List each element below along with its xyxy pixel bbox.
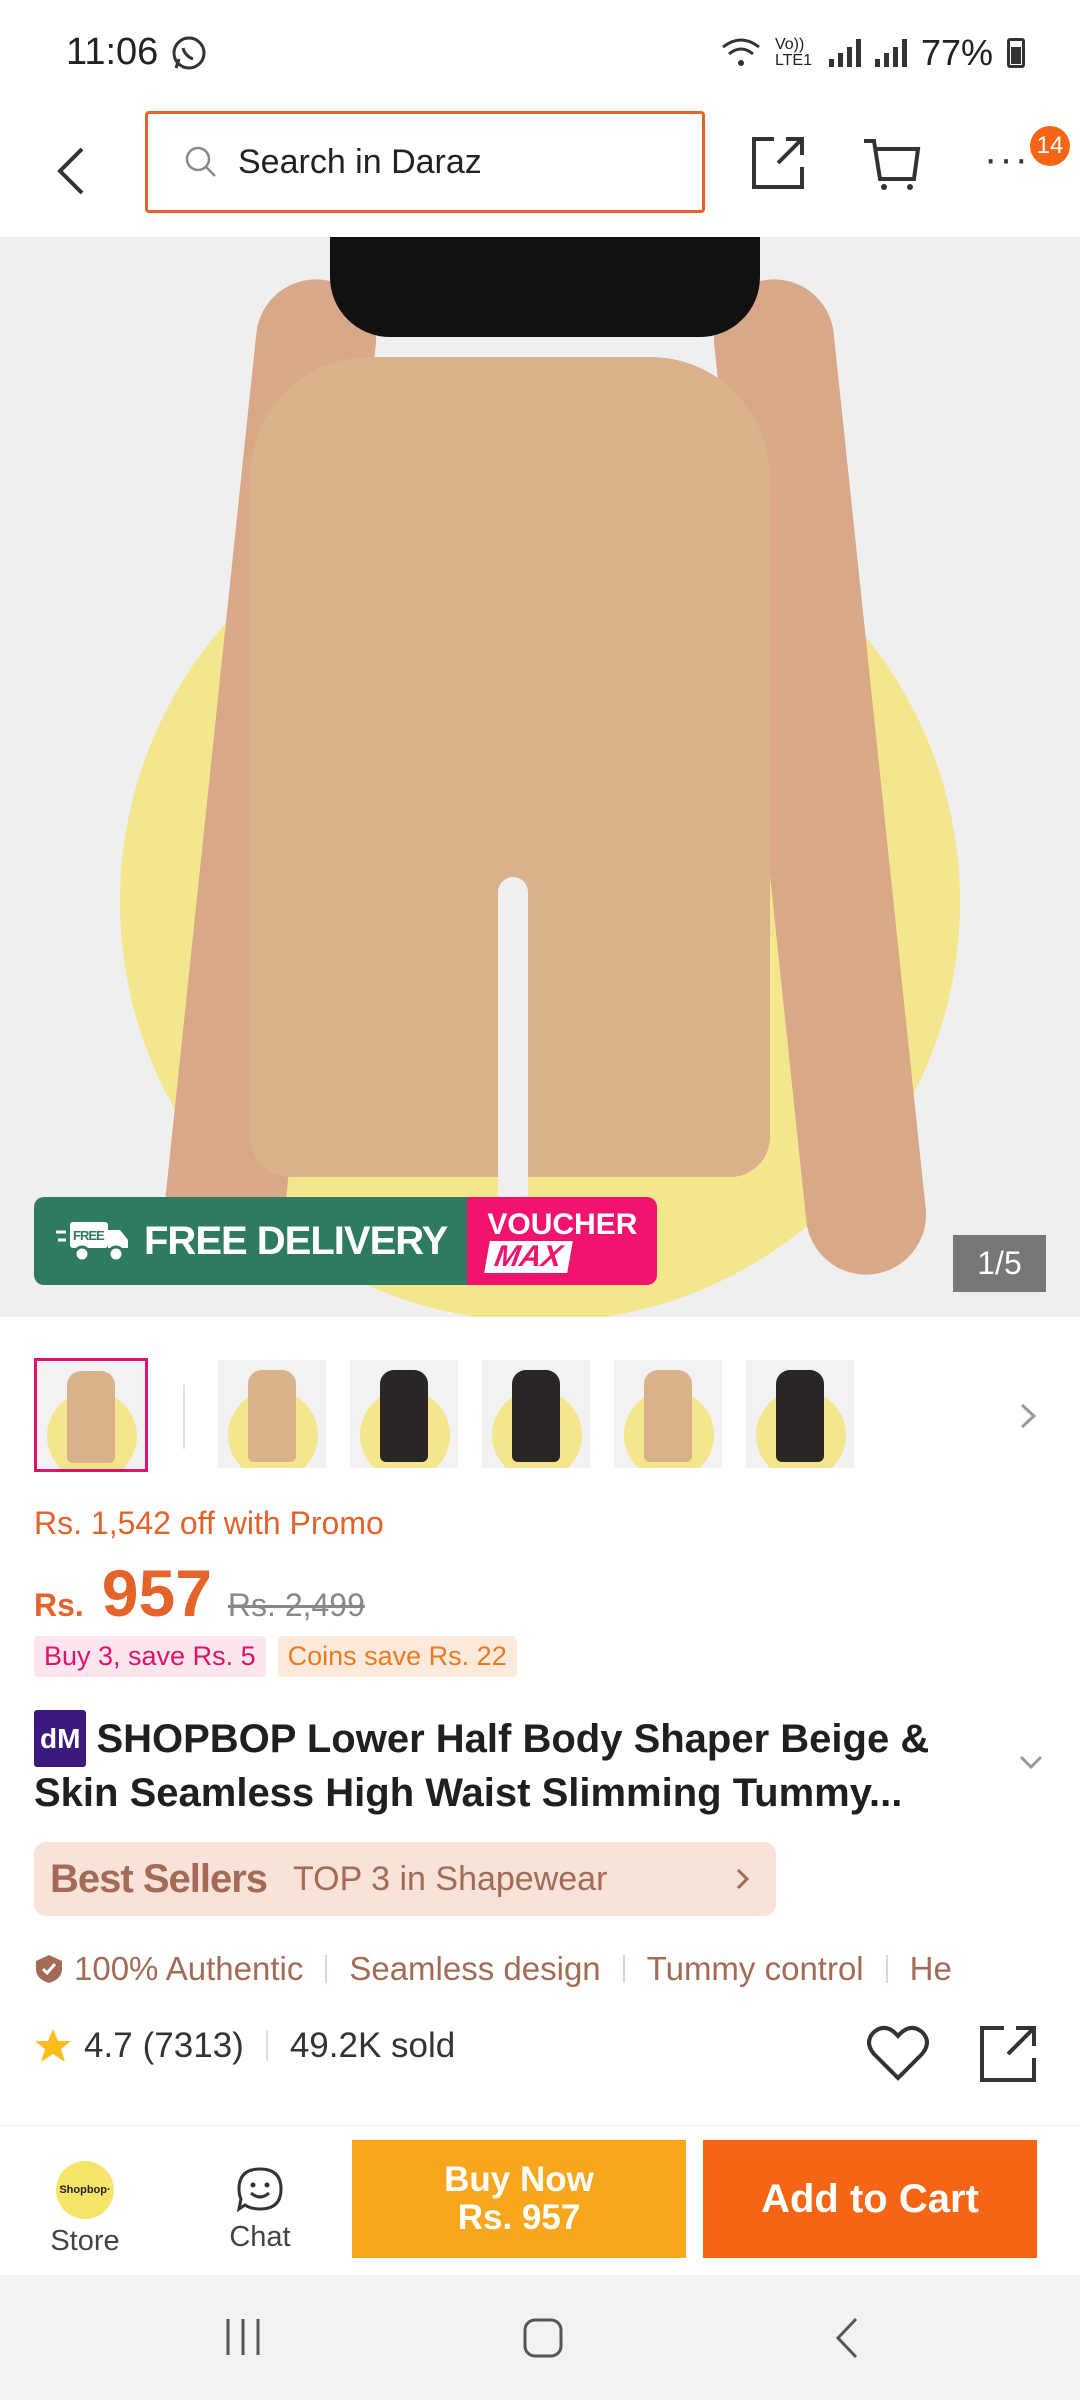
best-sellers-rank: TOP 3 in Shapewear bbox=[293, 1859, 608, 1898]
thumbnail-garment bbox=[380, 1370, 428, 1462]
share-icon[interactable] bbox=[748, 133, 808, 193]
buy-now-button[interactable]: Buy Now Rs. 957 bbox=[352, 2140, 686, 2258]
thumbnail-garment bbox=[67, 1371, 115, 1463]
thumbnail[interactable] bbox=[350, 1360, 458, 1468]
highlight-item: 100% Authentic bbox=[34, 1950, 303, 1988]
more-menu-icon[interactable]: ··· bbox=[984, 139, 1030, 179]
heart-icon[interactable] bbox=[866, 2024, 930, 2082]
back-arrow-icon[interactable] bbox=[48, 143, 98, 199]
battery-percent: 77% bbox=[920, 31, 993, 73]
share-icon[interactable] bbox=[976, 2022, 1040, 2086]
voucher-text: VOUCHER bbox=[487, 1208, 638, 1241]
product-title-text: SHOPBOP Lower Half Body Shaper Beige & S… bbox=[34, 1717, 930, 1815]
image-counter: 1/5 bbox=[953, 1235, 1046, 1292]
add-to-cart-button[interactable]: Add to Cart bbox=[703, 2140, 1037, 2258]
promo-strip: FREE FREE DELIVERY VOUCHER MAX bbox=[34, 1197, 658, 1285]
voucher-max-badge: VOUCHER MAX bbox=[467, 1197, 658, 1285]
cart-icon[interactable] bbox=[862, 135, 922, 195]
search-input[interactable]: Search in Daraz bbox=[145, 111, 705, 213]
best-sellers-banner[interactable]: Best Sellers TOP 3 in Shapewear bbox=[34, 1842, 776, 1916]
chevron-right-icon[interactable] bbox=[1016, 1399, 1040, 1433]
highlight-tummy: Tummy control bbox=[646, 1950, 864, 1987]
best-sellers-label: Best Sellers bbox=[50, 1856, 268, 1901]
coins-offer-tag[interactable]: Coins save Rs. 22 bbox=[277, 1636, 517, 1677]
star-icon bbox=[35, 2029, 71, 2062]
thumbnail[interactable] bbox=[218, 1360, 326, 1468]
highlight-divider bbox=[885, 1955, 888, 1983]
thumbnail[interactable] bbox=[614, 1360, 722, 1468]
signal-icon bbox=[828, 38, 861, 67]
offer-tags: Buy 3, save Rs. 5 Coins save Rs. 22 bbox=[34, 1636, 517, 1677]
home-icon[interactable] bbox=[522, 2317, 564, 2359]
voucher-max-text: MAX bbox=[484, 1240, 573, 1273]
product-title: dM SHOPBOP Lower Half Body Shaper Beige &… bbox=[34, 1710, 994, 1820]
search-icon bbox=[185, 146, 216, 177]
store-label: Store bbox=[50, 2225, 120, 2257]
thumbnail-garment bbox=[248, 1370, 296, 1462]
highlight-divider bbox=[325, 1955, 328, 1983]
truck-label: FREE bbox=[73, 1228, 105, 1243]
store-logo: Shopbop· bbox=[56, 2161, 114, 2219]
back-icon[interactable] bbox=[832, 2315, 862, 2361]
thumbnail-garment bbox=[776, 1370, 824, 1462]
thumbnail[interactable] bbox=[482, 1360, 590, 1468]
notification-badge: 14 bbox=[1030, 126, 1070, 166]
buy-now-price: Rs. 957 bbox=[457, 2198, 581, 2237]
price-row: Rs. 957 Rs. 2,499 bbox=[34, 1555, 365, 1631]
recents-icon[interactable] bbox=[222, 2317, 264, 2357]
free-delivery-text: FREE DELIVERY bbox=[144, 1218, 448, 1263]
rating-count: (7313) bbox=[142, 2026, 244, 2065]
whatsapp-icon bbox=[172, 36, 206, 69]
product-highlights[interactable]: 100% Authentic Seamless design Tummy con… bbox=[34, 1944, 1080, 1994]
image-top-garment bbox=[330, 237, 760, 337]
chat-button[interactable]: Chat bbox=[205, 2161, 315, 2254]
buy-now-label: Buy Now bbox=[444, 2160, 594, 2199]
rating-divider bbox=[265, 2031, 268, 2061]
bundle-offer-tag[interactable]: Buy 3, save Rs. 5 bbox=[34, 1636, 266, 1677]
rating-row[interactable]: 4.7 (7313) 49.2K sold bbox=[34, 2026, 455, 2066]
highlight-divider bbox=[622, 1955, 625, 1983]
price-original: Rs. 2,499 bbox=[227, 1587, 365, 1623]
highlight-authentic: 100% Authentic bbox=[74, 1950, 304, 1987]
rating-score: 4.7 bbox=[84, 2026, 133, 2065]
bottom-action-bar: Shopbop· Store Chat Buy Now Rs. 957 Add … bbox=[0, 2125, 1080, 2275]
thumbnail[interactable] bbox=[746, 1360, 854, 1468]
image-leg-gap bbox=[498, 877, 528, 1207]
top-bar: Search in Daraz ··· bbox=[0, 105, 1080, 237]
shield-check-icon bbox=[36, 1955, 62, 1983]
delivery-truck-icon: FREE bbox=[56, 1222, 128, 1263]
brand-badge: dM bbox=[34, 1710, 87, 1767]
status-time: 11:06 bbox=[66, 31, 159, 73]
thumbnail-garment bbox=[512, 1370, 560, 1462]
sold-count: 49.2K sold bbox=[289, 2026, 456, 2065]
thumbnail-divider bbox=[183, 1385, 185, 1449]
store-button[interactable]: Shopbop· Store bbox=[30, 2161, 140, 2258]
product-image[interactable]: FREE FREE DELIVERY VOUCHER MAX bbox=[0, 237, 1080, 1317]
thumbnail-strip bbox=[0, 1355, 1080, 1475]
search-placeholder: Search in Daraz bbox=[238, 142, 482, 181]
signal-icon-2 bbox=[874, 38, 907, 67]
price-current: 957 bbox=[101, 1556, 212, 1630]
system-nav-bar bbox=[0, 2275, 1080, 2400]
highlight-more: He bbox=[909, 1950, 952, 1987]
price-currency: Rs. bbox=[34, 1587, 84, 1623]
status-bar: 11:06 Vo)) LTE1 77% bbox=[0, 0, 1080, 105]
free-delivery-badge: FREE FREE DELIVERY bbox=[34, 1197, 468, 1285]
thumbnail[interactable] bbox=[34, 1358, 148, 1472]
chat-icon bbox=[236, 2167, 283, 2213]
chat-label: Chat bbox=[229, 2221, 291, 2253]
highlight-seamless: Seamless design bbox=[349, 1950, 601, 1987]
battery-icon bbox=[1007, 37, 1025, 68]
network-label: Vo)) LTE1 bbox=[774, 35, 812, 69]
thumbnail-garment bbox=[644, 1370, 692, 1462]
chevron-right-icon bbox=[736, 1868, 750, 1890]
wifi-icon bbox=[722, 38, 760, 66]
promo-discount-text: Rs. 1,542 off with Promo bbox=[34, 1505, 384, 1541]
chevron-down-icon[interactable] bbox=[1018, 1752, 1044, 1772]
